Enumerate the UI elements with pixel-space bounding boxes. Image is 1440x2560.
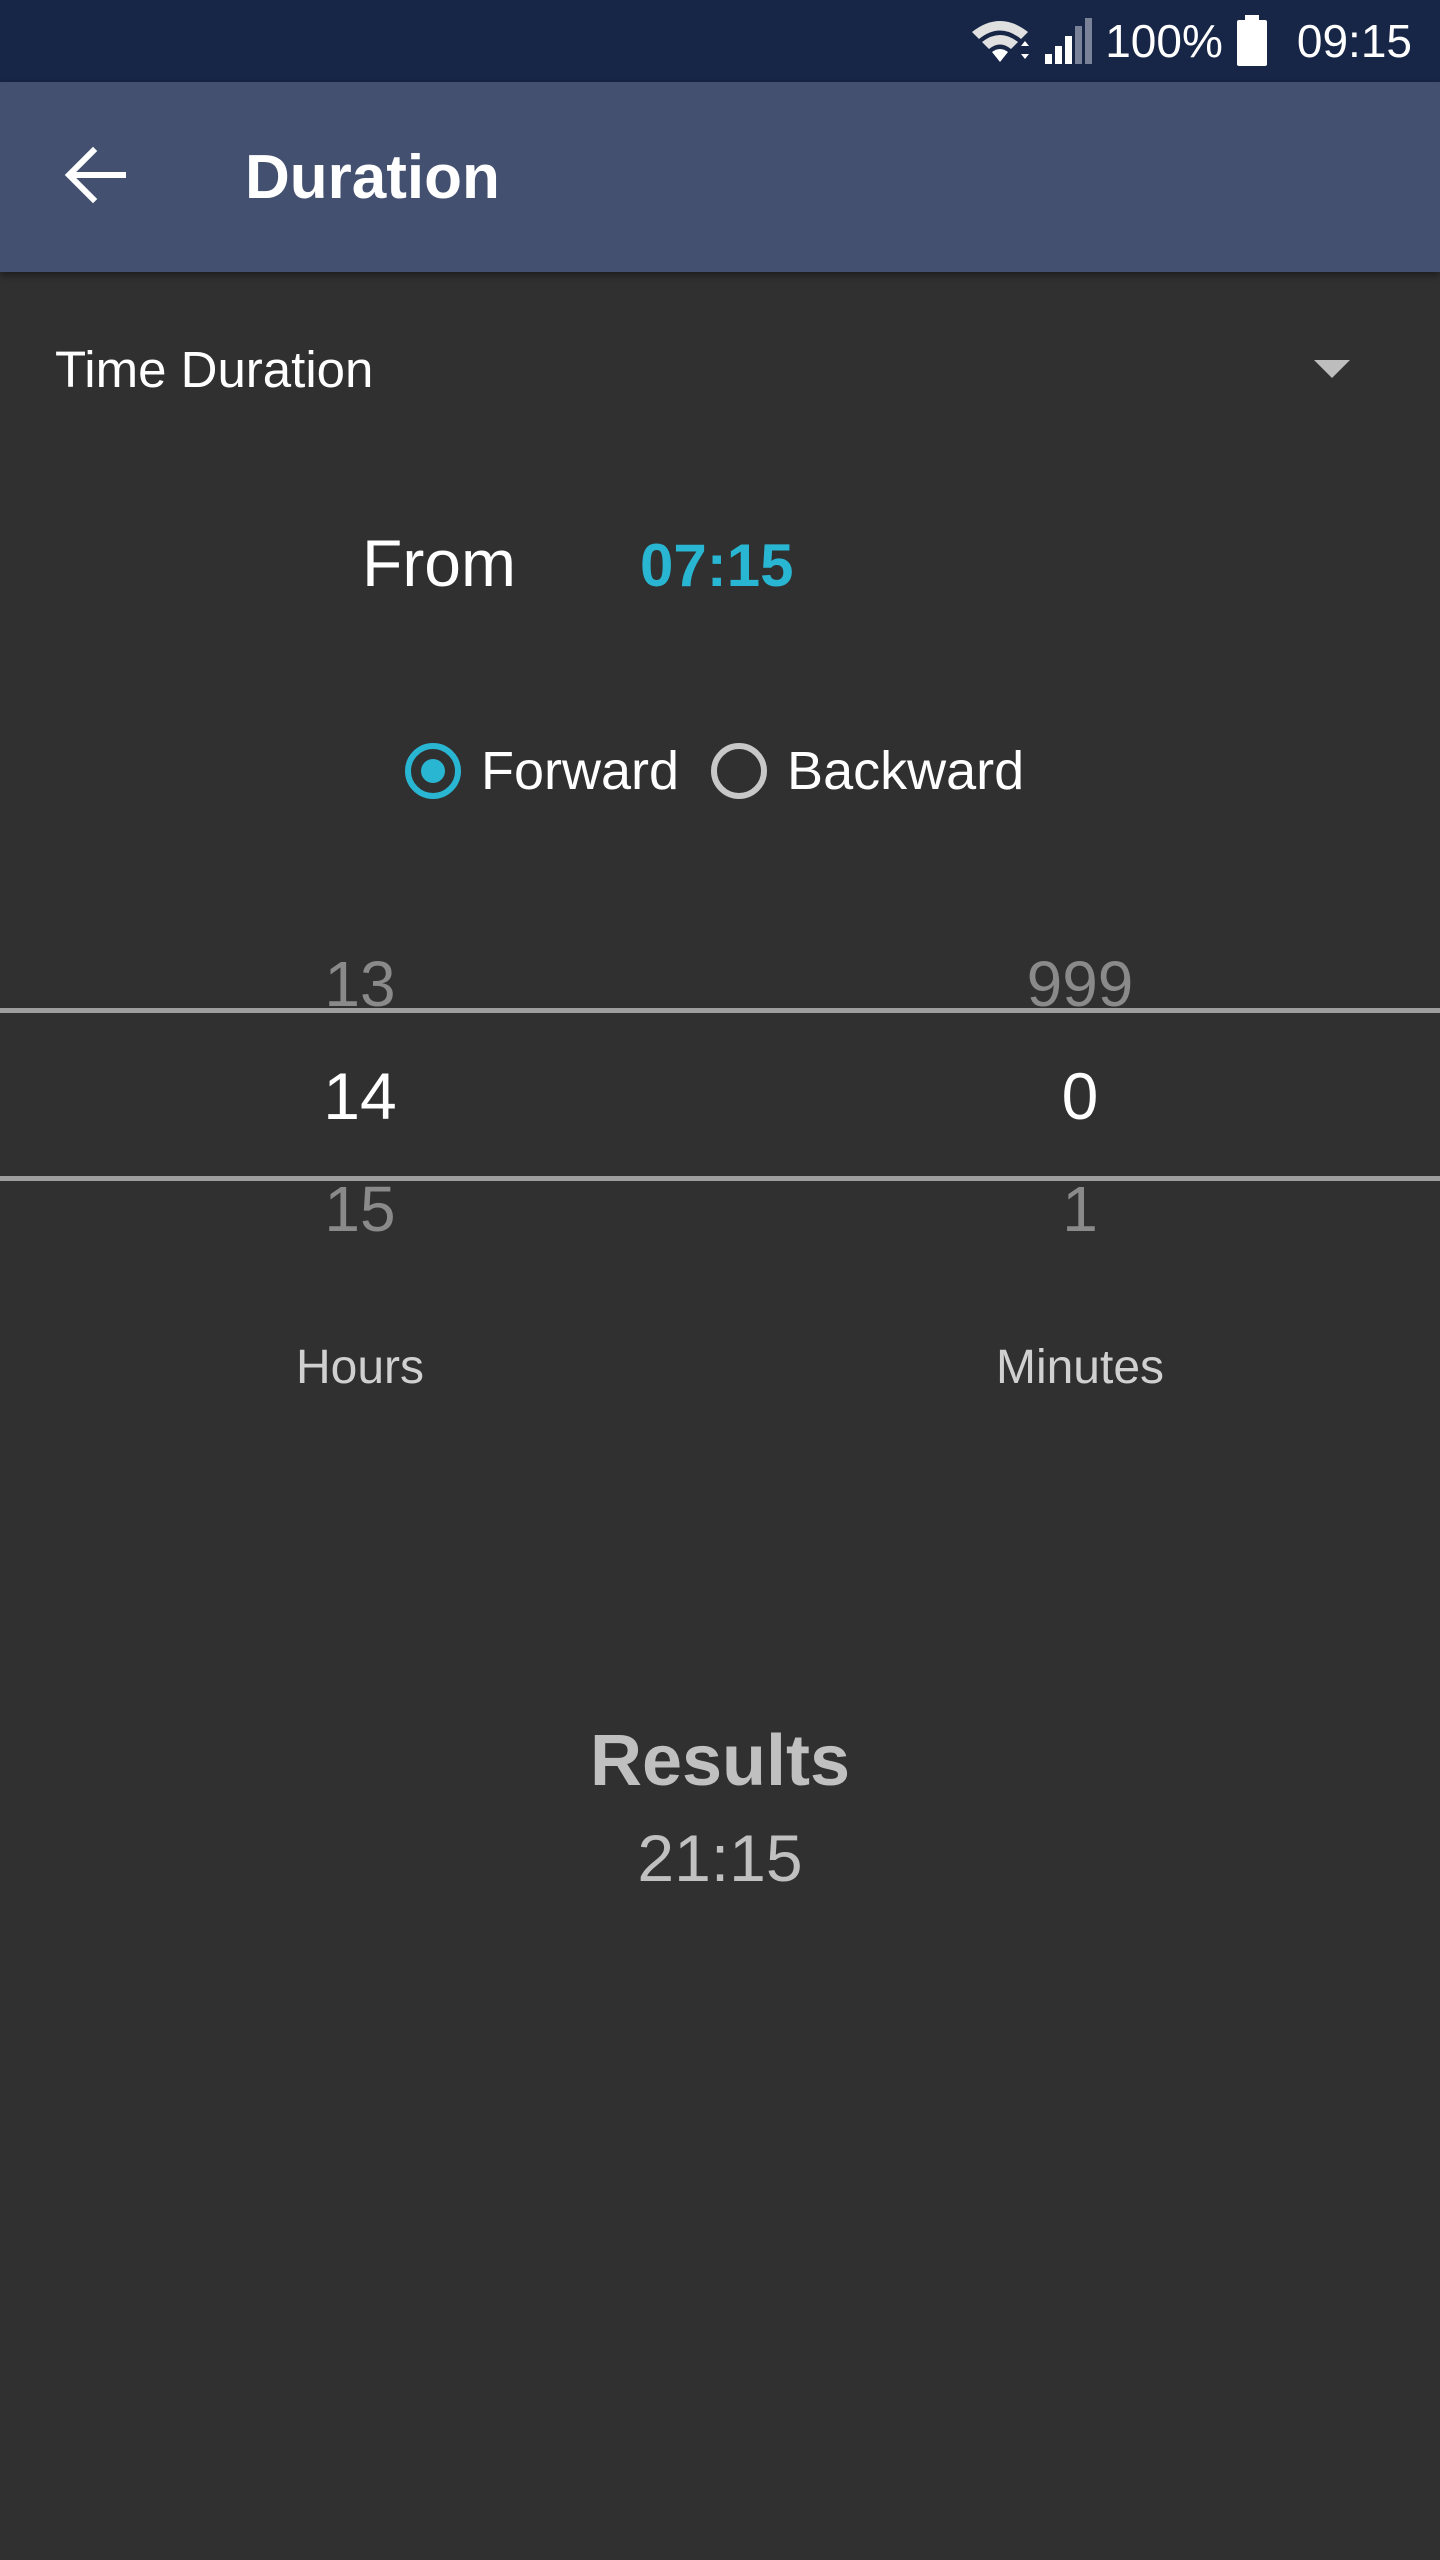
arrow-left-icon — [63, 143, 127, 212]
radio-backward-label: Backward — [787, 741, 1025, 801]
hours-prev: 13 — [324, 948, 396, 1020]
back-button[interactable] — [40, 132, 150, 222]
minutes-picker[interactable]: 999 0 1 — [930, 940, 1230, 1260]
radio-forward[interactable]: Forward — [405, 740, 679, 802]
page-title: Duration — [245, 142, 500, 212]
minutes-next: 1 — [1062, 1173, 1098, 1245]
hours-picker[interactable]: 13 14 15 — [210, 940, 510, 1260]
caret-down-icon — [1314, 360, 1350, 378]
app-bar: Duration — [0, 82, 1440, 272]
mode-dropdown-value: Time Duration — [55, 341, 374, 398]
status-bar: 100% 09:15 — [0, 0, 1440, 82]
signal-icon — [1043, 16, 1093, 66]
battery-percent: 100% — [1105, 15, 1223, 67]
hours-next: 15 — [324, 1173, 396, 1245]
mode-dropdown[interactable]: Time Duration — [0, 310, 1440, 430]
direction-radio-group: Forward Backward — [405, 735, 1056, 807]
radio-forward-label: Forward — [481, 741, 680, 801]
wifi-icon — [969, 16, 1031, 66]
from-time-button[interactable]: 07:15 — [640, 531, 793, 600]
radio-backward[interactable]: Backward — [711, 740, 1024, 802]
minutes-caption: Minutes — [995, 1341, 1165, 1394]
minutes-prev: 999 — [1026, 948, 1134, 1020]
radio-checked-icon — [405, 743, 461, 799]
results-value: 21:15 — [637, 1821, 803, 1895]
hours-current: 14 — [323, 1059, 397, 1133]
status-time: 09:15 — [1296, 15, 1412, 67]
battery-icon — [1235, 15, 1269, 67]
results-title: Results — [589, 1721, 851, 1801]
from-label: From — [362, 526, 516, 600]
hours-caption: Hours — [295, 1341, 425, 1394]
radio-unchecked-icon — [711, 743, 768, 799]
minutes-current: 0 — [1061, 1059, 1099, 1133]
